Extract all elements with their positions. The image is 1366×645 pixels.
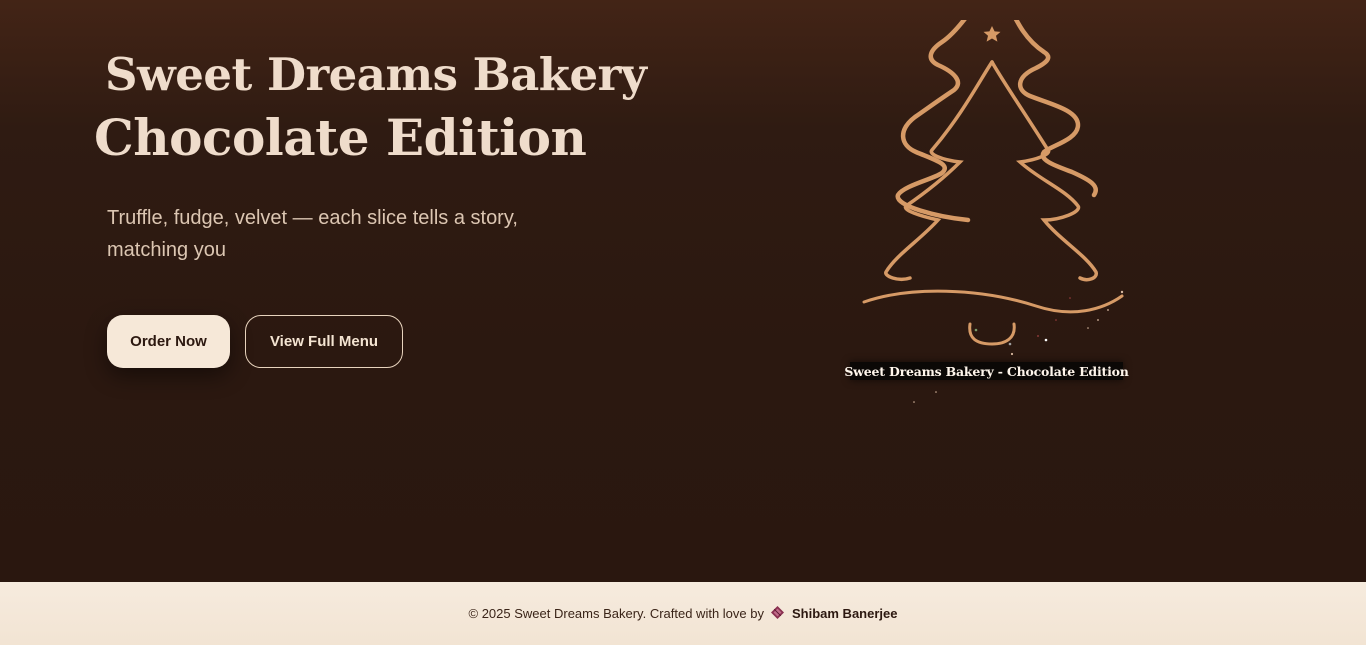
hero-title-line-2: Chocolate Edition — [94, 108, 587, 167]
christmas-tree-icon — [862, 20, 1124, 403]
view-full-menu-button[interactable]: View Full Menu — [245, 315, 403, 368]
hero-section: Sweet Dreams Bakery Chocolate Edition Tr… — [0, 0, 1366, 582]
hero-title-line-1: Sweet Dreams Bakery — [105, 48, 647, 101]
christmas-tree-illustration: Sweet Dreams Bakery - Chocolate Edition — [844, 20, 1140, 415]
footer: © 2025 Sweet Dreams Bakery. Crafted with… — [0, 582, 1366, 645]
author-link[interactable]: Shibam Banerjee — [792, 606, 898, 621]
chocolate-icon — [770, 605, 785, 623]
star-icon — [983, 26, 1001, 42]
hero-subtitle: Truffle, fudge, velvet — each slice tell… — [107, 207, 518, 261]
copyright-text: © 2025 Sweet Dreams Bakery. Crafted with… — [468, 606, 764, 621]
tree-caption: Sweet Dreams Bakery - Chocolate Edition — [844, 362, 1129, 380]
order-now-button[interactable]: Order Now — [107, 315, 230, 368]
